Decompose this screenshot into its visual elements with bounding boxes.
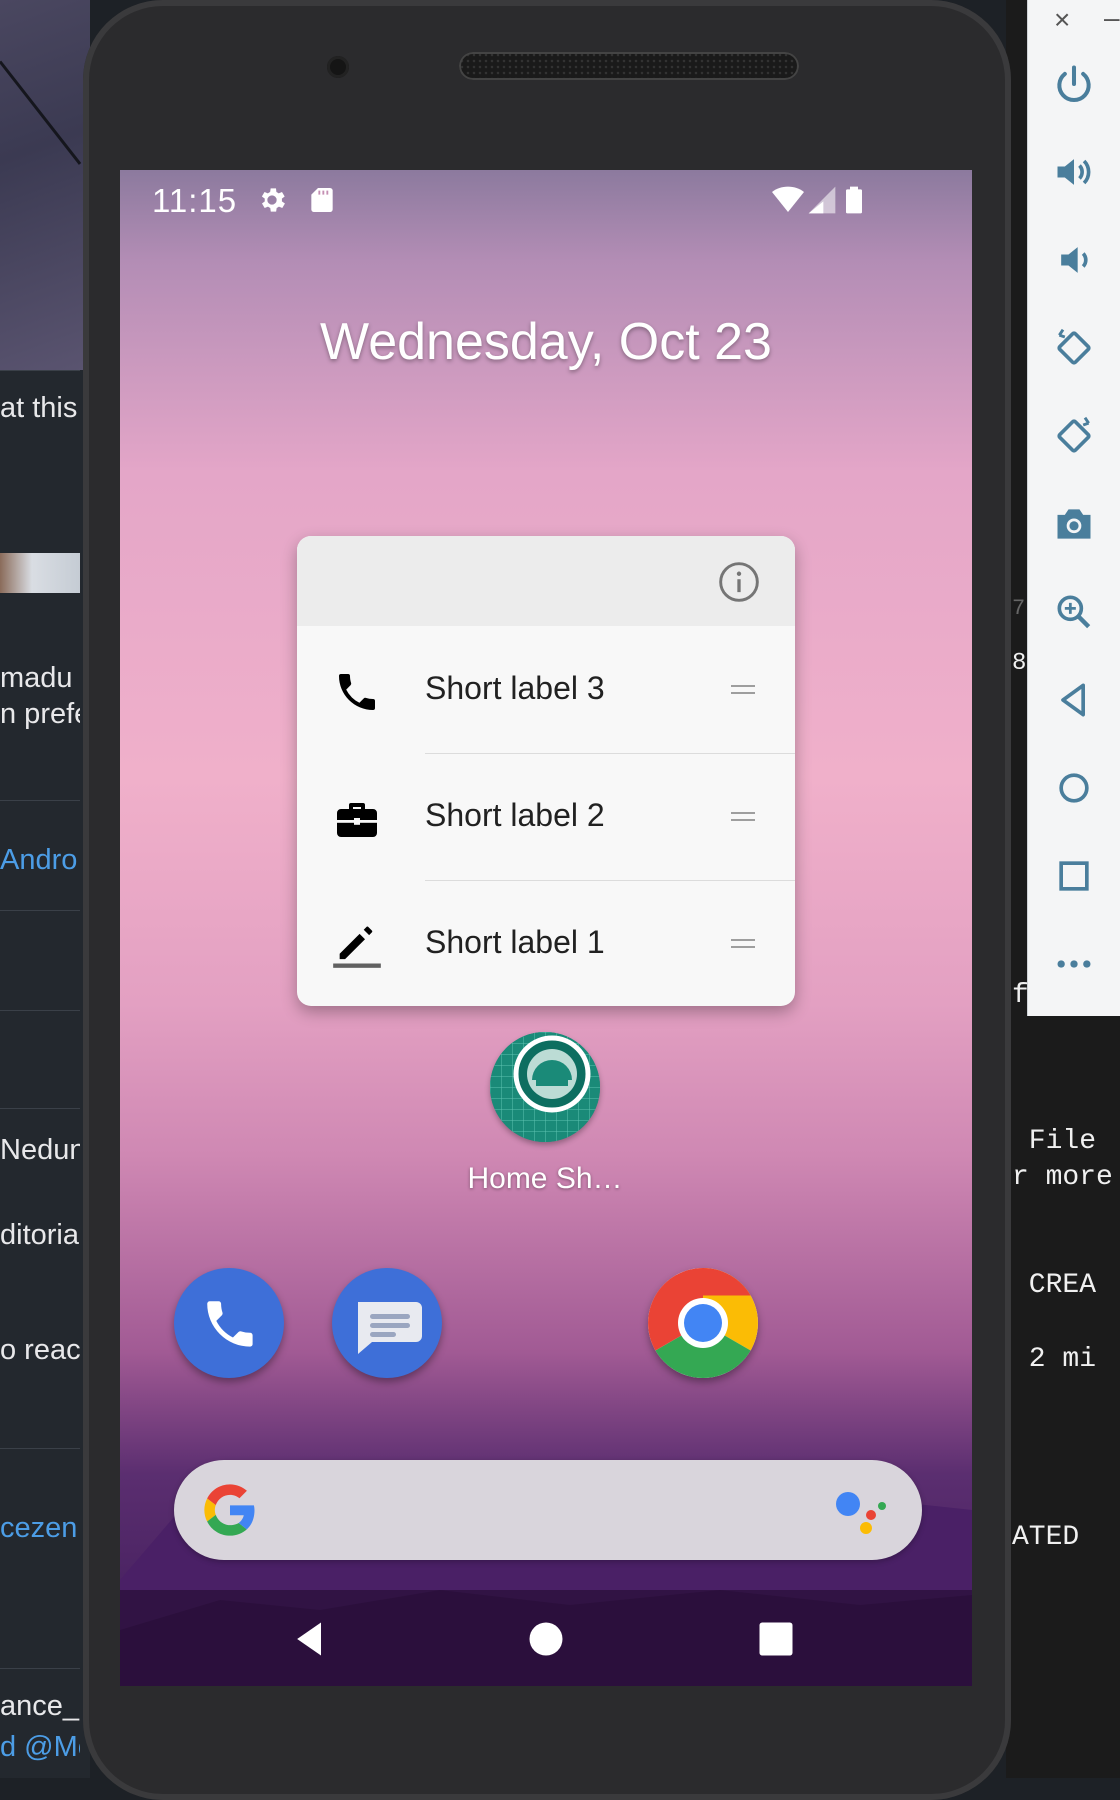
emulator-side-panel: × – [1027,0,1120,1016]
battery-icon [846,186,862,214]
shortcut-label: Short label 1 [425,924,605,960]
phone-icon [339,674,375,710]
bg-text-fragment: Nedun [0,1134,80,1166]
rotate-right-icon[interactable] [1050,412,1098,460]
chrome-app-icon[interactable] [648,1268,758,1378]
wifi-icon [772,186,804,212]
bg-link-fragment[interactable]: cezen [0,1512,77,1545]
camera-icon[interactable] [1050,500,1098,548]
shortcut-label: Short label 3 [425,670,605,706]
close-icon[interactable]: × [1054,4,1070,36]
shortcut-item-3[interactable]: Short label 3 [297,626,795,753]
phone-screen: 11:15 Wednesday, Oct 23 Short label 3 Sh… [120,170,972,1686]
phone-frame: 11:15 Wednesday, Oct 23 Short label 3 Sh… [83,0,1011,1800]
shortcut-label: Short label 2 [425,797,605,833]
background-text-clip: at this @ madu n prefe Andro Nedun ditor… [0,0,80,1778]
sd-card-icon [311,188,333,212]
terminal-line: File [1012,1126,1097,1157]
shortcut-item-2[interactable]: Short label 2 [297,753,795,880]
drag-handle-icon[interactable] [731,938,755,950]
briefcase-icon [337,803,377,837]
zoom-icon[interactable] [1050,588,1098,636]
phone-app-icon[interactable] [174,1268,284,1378]
bg-link-fragment[interactable]: d @Mc [0,1731,80,1764]
bg-text-fragment: ance_ [0,1690,80,1722]
bg-text-fragment: o reac [0,1334,80,1366]
background-window-left: at this @ madu n prefe Andro Nedun ditor… [0,0,90,1778]
power-icon[interactable] [1050,60,1098,108]
terminal-line: 7 [1012,596,1026,621]
home-button[interactable] [524,1617,568,1661]
bg-text-fragment: n prefe [0,698,80,730]
cell-signal-icon [808,186,836,214]
bg-text-fragment: madu [0,662,73,694]
google-g-icon [204,1484,255,1536]
edit-icon [333,926,381,968]
terminal-line: ATED [1012,1522,1080,1553]
back-icon[interactable] [1050,676,1098,724]
recents-button[interactable] [754,1617,798,1661]
rotate-left-icon[interactable] [1050,324,1098,372]
terminal-line: r more [1012,1162,1113,1193]
back-button[interactable] [288,1617,332,1661]
bg-text-fragment: ditoria [0,1219,79,1251]
earpiece-speaker [459,52,799,80]
app-label[interactable]: Home Sh… [425,1162,665,1196]
google-search-bar[interactable] [174,1460,922,1560]
home-shortcuts-app-icon[interactable] [490,1032,600,1142]
terminal-line: CREA [1012,1270,1097,1301]
popup-header [297,536,795,626]
volume-up-icon[interactable] [1050,148,1098,196]
bg-link-fragment[interactable]: Andro [0,844,77,877]
background-thumbnail [0,553,80,593]
terminal-line: 8 [1012,650,1027,677]
status-time: 11:15 [152,182,238,219]
home-date[interactable]: Wednesday, Oct 23 [120,312,972,372]
home-icon[interactable] [1050,764,1098,812]
bg-text-fragment: at this @ [0,392,80,424]
settings-icon [261,188,285,212]
drag-handle-icon[interactable] [731,811,755,823]
app-shortcuts-popup: Short label 3 Short label 2 Short label … [297,536,795,1006]
minimize-icon[interactable]: – [1104,2,1120,34]
drag-handle-icon[interactable] [731,684,755,696]
shortcut-item-1[interactable]: Short label 1 [297,880,795,1006]
info-icon[interactable] [717,560,761,604]
overview-icon[interactable] [1050,852,1098,900]
more-icon[interactable] [1050,940,1098,988]
status-bar: 11:15 [120,170,972,230]
messages-app-icon[interactable] [332,1268,442,1378]
panel-titlebar: × – [1028,0,1120,40]
assistant-icon[interactable] [834,1486,890,1536]
terminal-line: 2 mi [1012,1344,1097,1375]
front-camera [327,56,349,78]
volume-down-icon[interactable] [1050,236,1098,284]
android-studio-icon [490,1032,600,1142]
